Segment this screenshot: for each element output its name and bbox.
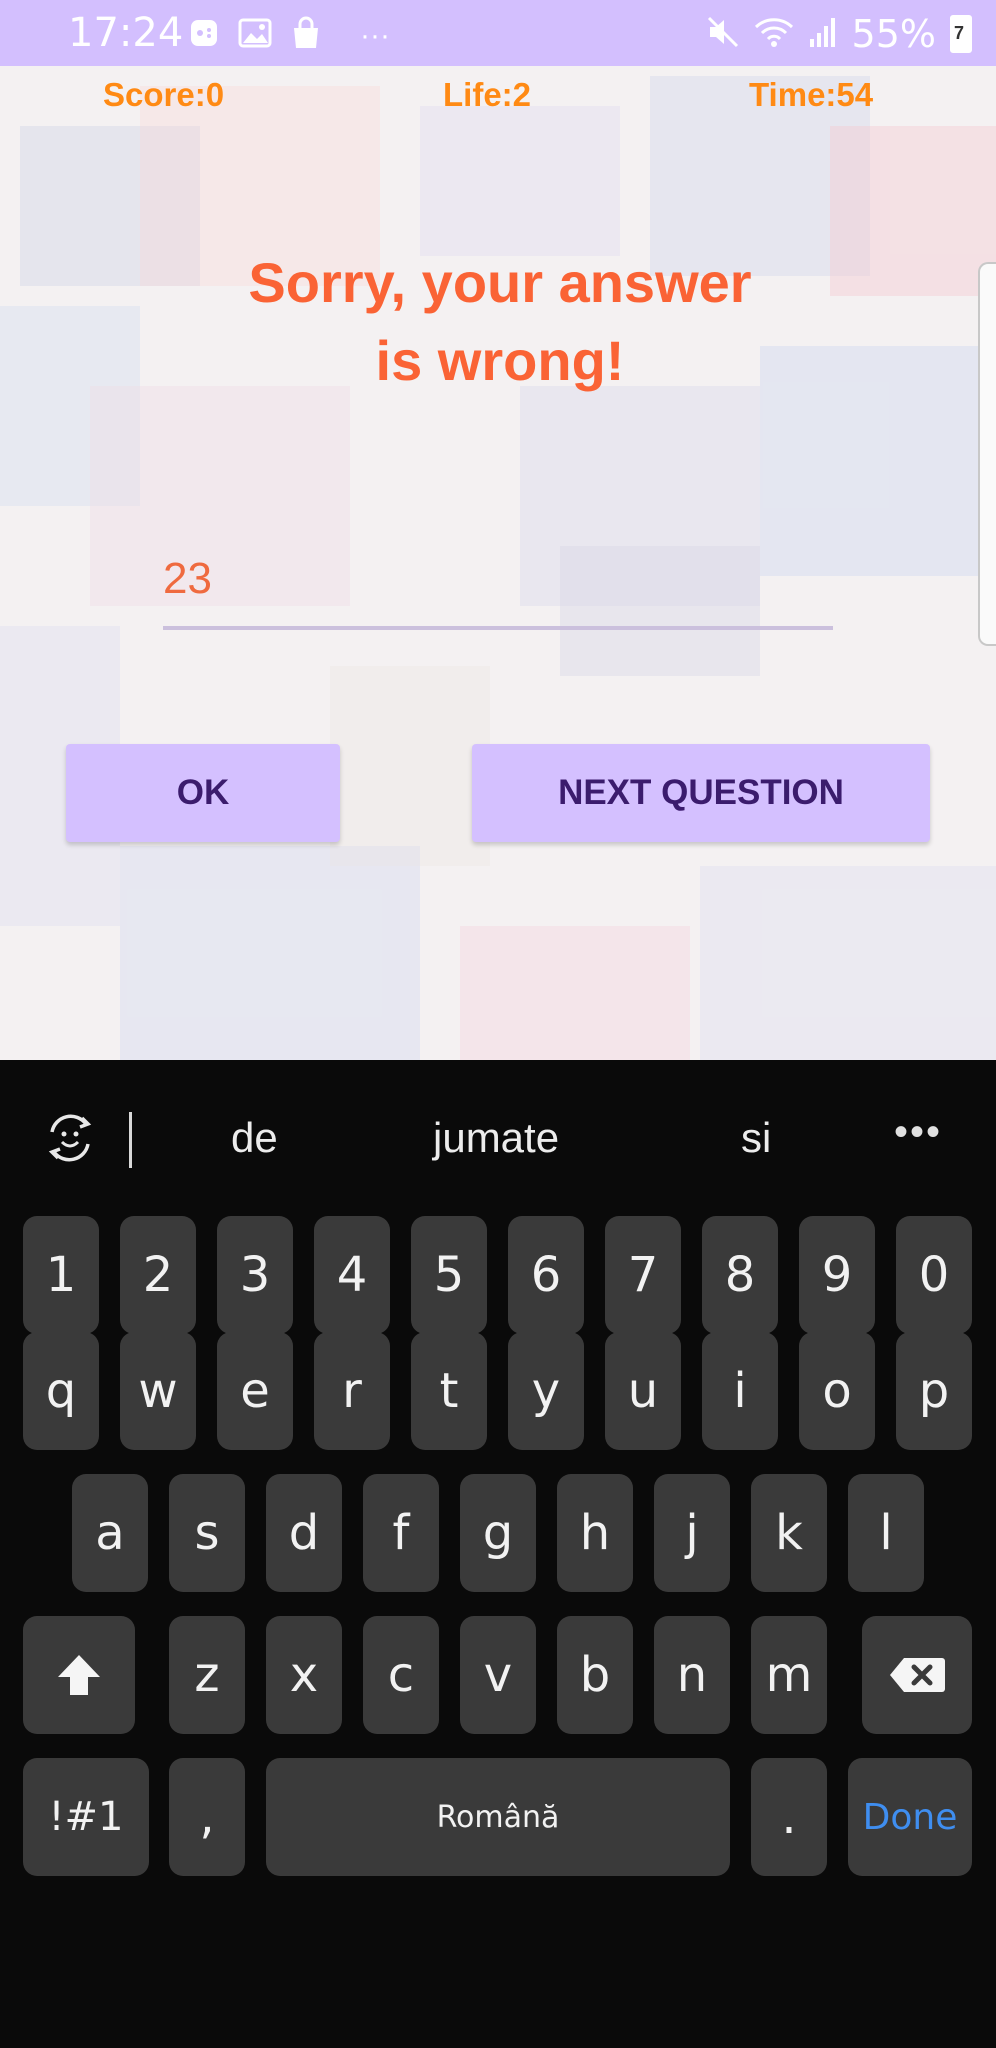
background-tile (120, 846, 420, 1060)
status-time: 17:24 (68, 10, 184, 56)
key-o[interactable]: o (799, 1332, 875, 1450)
key-e[interactable]: e (217, 1332, 293, 1450)
key-k[interactable]: k (751, 1474, 827, 1592)
key-i[interactable]: i (702, 1332, 778, 1450)
key-r[interactable]: r (314, 1332, 390, 1450)
more-dots-icon: ··· (360, 19, 390, 52)
shopping-bag-icon (290, 16, 322, 56)
done-key[interactable]: Done (848, 1758, 972, 1876)
key-0[interactable]: 0 (896, 1216, 972, 1334)
background-tile (830, 126, 996, 296)
image-icon (238, 17, 272, 55)
key-y[interactable]: y (508, 1332, 584, 1450)
background-tile (330, 666, 490, 866)
signal-icon (808, 15, 838, 54)
game-screen: Score:0 Life:2 Time:54 Sorry, your answe… (0, 66, 996, 1060)
notification-icons: ··· (188, 16, 390, 56)
status-bar: 17:24 ··· 55% (0, 0, 996, 66)
mute-icon (706, 15, 740, 54)
result-message-line-1: Sorry, your answer (248, 251, 752, 314)
background-tile (460, 926, 690, 1060)
key-5[interactable]: 5 (411, 1216, 487, 1334)
soft-keyboard: de jumate si ••• 1 2 3 4 5 6 7 8 9 0 q w… (0, 1060, 996, 2048)
shift-icon (58, 1655, 100, 1695)
key-t[interactable]: t (411, 1332, 487, 1450)
next-question-button[interactable]: NEXT QUESTION (472, 744, 930, 842)
key-7[interactable]: 7 (605, 1216, 681, 1334)
key-c[interactable]: c (363, 1616, 439, 1734)
key-u[interactable]: u (605, 1332, 681, 1450)
key-l[interactable]: l (848, 1474, 924, 1592)
key-h[interactable]: h (557, 1474, 633, 1592)
key-6[interactable]: 6 (508, 1216, 584, 1334)
battery-icon (950, 15, 972, 53)
suggestion-divider (129, 1112, 132, 1168)
emoji-toggle-icon[interactable] (42, 1110, 98, 1166)
key-4[interactable]: 4 (314, 1216, 390, 1334)
key-f[interactable]: f (363, 1474, 439, 1592)
game-icon (188, 17, 220, 55)
key-p[interactable]: p (896, 1332, 972, 1450)
battery-percent: 55% (851, 12, 936, 56)
symbols-key[interactable]: !#1 (23, 1758, 149, 1876)
system-icons: 55% (706, 12, 972, 56)
key-2[interactable]: 2 (120, 1216, 196, 1334)
answer-input[interactable]: 23 (163, 546, 833, 630)
edge-panel-handle[interactable] (978, 262, 996, 646)
suggestion-1[interactable]: de (231, 1114, 278, 1162)
key-q[interactable]: q (23, 1332, 99, 1450)
period-key[interactable]: . (751, 1758, 827, 1876)
result-message: Sorry, your answer is wrong! (160, 244, 840, 400)
key-s[interactable]: s (169, 1474, 245, 1592)
key-a[interactable]: a (72, 1474, 148, 1592)
suggestion-2[interactable]: jumate (433, 1114, 559, 1162)
background-tile (420, 106, 620, 256)
key-v[interactable]: v (460, 1616, 536, 1734)
suggestion-bar: de jumate si ••• (0, 1060, 996, 1210)
more-suggestions-icon[interactable]: ••• (894, 1110, 942, 1155)
key-8[interactable]: 8 (702, 1216, 778, 1334)
key-g[interactable]: g (460, 1474, 536, 1592)
key-m[interactable]: m (751, 1616, 827, 1734)
key-1[interactable]: 1 (23, 1216, 99, 1334)
time-label: Time:54 (749, 76, 874, 113)
score-label: Score:0 (103, 76, 225, 113)
key-j[interactable]: j (654, 1474, 730, 1592)
wifi-icon (754, 15, 794, 54)
life-label: Life:2 (443, 76, 532, 113)
key-3[interactable]: 3 (217, 1216, 293, 1334)
key-b[interactable]: b (557, 1616, 633, 1734)
key-w[interactable]: w (120, 1332, 196, 1450)
shift-key[interactable] (23, 1616, 135, 1734)
key-z[interactable]: z (169, 1616, 245, 1734)
key-x[interactable]: x (266, 1616, 342, 1734)
space-key[interactable]: Română (266, 1758, 730, 1876)
key-n[interactable]: n (654, 1616, 730, 1734)
key-9[interactable]: 9 (799, 1216, 875, 1334)
result-message-line-2: is wrong! (375, 329, 625, 392)
backspace-icon (890, 1658, 945, 1692)
background-tile (700, 866, 996, 1060)
suggestion-3[interactable]: si (741, 1114, 771, 1162)
backspace-key[interactable] (862, 1616, 972, 1734)
ok-button[interactable]: OK (66, 744, 340, 842)
key-d[interactable]: d (266, 1474, 342, 1592)
comma-key[interactable]: , (169, 1758, 245, 1876)
answer-value: 23 (163, 554, 212, 603)
